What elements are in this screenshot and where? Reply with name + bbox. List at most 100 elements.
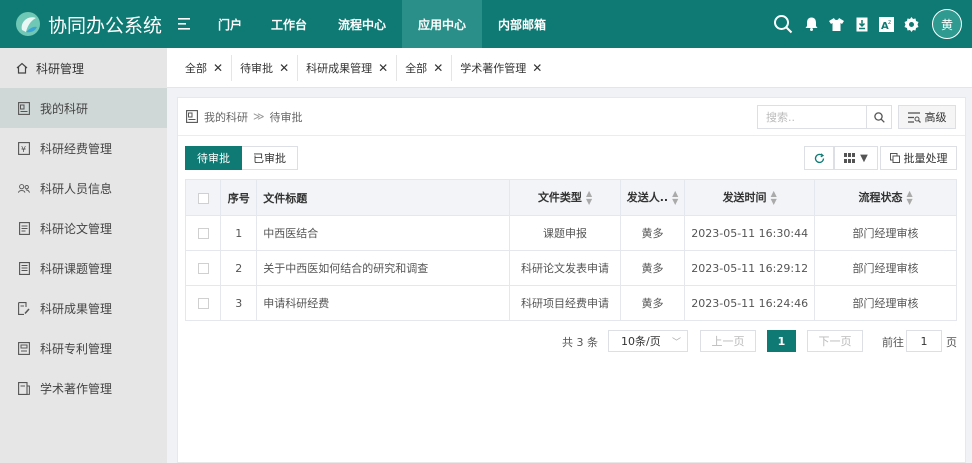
tab-label: 科研成果管理 — [306, 61, 373, 75]
next-page-button[interactable]: 下一页 — [807, 330, 863, 352]
sidebar-item-label: 我的科研 — [40, 101, 89, 116]
table-row[interactable]: 1 中西医结合 课题申报 黄多 2023-05-11 16:30:44 部门经理… — [184, 215, 957, 251]
gear-icon[interactable] — [899, 0, 924, 48]
tab-all-1[interactable]: 全部 ✕ — [177, 54, 233, 81]
table-row[interactable]: 3 申请科研经费 科研项目经费申请 黄多 2023-05-11 16:24:46… — [184, 285, 957, 321]
batch-label: 批量处理 — [903, 152, 948, 165]
search-input[interactable]: 搜索.. — [757, 105, 867, 129]
sidebar-header[interactable]: 科研管理 — [0, 48, 167, 88]
cell-sender: 黄多 — [619, 285, 686, 321]
refresh-button[interactable] — [804, 146, 834, 170]
cell-status: 部门经理审核 — [814, 250, 957, 286]
tab-monographs[interactable]: 学术著作管理 ✕ — [452, 55, 550, 81]
header-time[interactable]: 发送时间 ▲ ▼ — [684, 179, 816, 216]
sidebar-item-papers[interactable]: 科研论文管理 — [0, 208, 167, 248]
close-icon[interactable]: ✕ — [279, 61, 289, 75]
nav-portal[interactable]: 门户 — [204, 0, 256, 48]
tab-label: 待审批 — [240, 61, 274, 75]
cell-title[interactable]: 关于中西医如何结合的研究和调查 — [256, 250, 511, 286]
row-checkbox[interactable] — [197, 228, 209, 239]
grid-icon — [844, 153, 856, 163]
users-icon — [18, 181, 30, 195]
prev-page-button[interactable]: 上一页 — [700, 330, 756, 352]
row-select-cell — [184, 285, 222, 321]
nav-app-center[interactable]: 应用中心 — [402, 0, 482, 48]
select-all-checkbox[interactable] — [197, 192, 209, 204]
search-icon[interactable] — [767, 0, 799, 48]
nav-process-center[interactable]: 流程中心 — [322, 0, 402, 48]
shirt-icon[interactable] — [824, 0, 849, 48]
nav-internal-mail[interactable]: 内部邮箱 — [482, 0, 562, 48]
page-size-select[interactable]: 10条/页 ﹀ — [608, 330, 688, 352]
sidebar-item-achievements[interactable]: 科研成果管理 — [0, 288, 167, 328]
close-icon[interactable]: ✕ — [213, 61, 223, 75]
app-title: 协同办公系统 — [48, 14, 163, 37]
svg-text:¥: ¥ — [21, 145, 26, 154]
refresh-icon — [814, 152, 824, 163]
close-icon[interactable]: ✕ — [433, 61, 443, 75]
close-icon[interactable]: ✕ — [378, 61, 388, 75]
sort-icon[interactable]: ▲ ▼ — [906, 190, 912, 206]
header-time-label: 发送时间 — [722, 191, 767, 204]
cell-title[interactable]: 中西医结合 — [256, 215, 511, 251]
select-all-cell — [184, 179, 222, 216]
header-title: 文件标题 — [256, 179, 511, 216]
cell-status: 部门经理审核 — [814, 215, 957, 251]
filter-approved-button[interactable]: 已审批 — [242, 146, 298, 170]
nav-workbench[interactable]: 工作台 — [256, 0, 322, 48]
home-icon — [16, 61, 28, 75]
sidebar-item-label: 科研课题管理 — [40, 261, 113, 276]
cell-sender: 黄多 — [619, 250, 686, 286]
bell-icon[interactable] — [799, 0, 824, 48]
cell-status: 部门经理审核 — [814, 285, 957, 321]
cell-title[interactable]: 申请科研经费 — [256, 285, 511, 321]
row-checkbox[interactable] — [197, 298, 209, 309]
user-avatar[interactable]: 黄 — [932, 9, 962, 39]
sidebar-item-funding[interactable]: ¥ 科研经费管理 — [0, 128, 167, 168]
font-size-icon[interactable]: Az — [874, 0, 899, 48]
main-nav: 门户 工作台 流程中心 应用中心 内部邮箱 — [204, 0, 562, 48]
sidebar-item-patents[interactable]: 科研专利管理 — [0, 328, 167, 368]
header-tools: Az 黄 — [767, 0, 962, 48]
sidebar-item-projects[interactable]: 科研课题管理 — [0, 248, 167, 288]
caret-down-icon: ▼ — [860, 152, 868, 164]
sort-icon[interactable]: ▲ ▼ — [672, 190, 678, 206]
sidebar-item-label: 科研人员信息 — [40, 181, 113, 196]
sidebar-item-monographs[interactable]: 学术著作管理 — [0, 368, 167, 408]
sidebar-item-my-research[interactable]: 我的科研 — [0, 88, 167, 128]
header-type[interactable]: 文件类型 ▲ ▼ — [509, 179, 621, 216]
row-checkbox[interactable] — [197, 263, 209, 274]
hamburger-icon[interactable] — [170, 0, 200, 48]
goto-label: 前往 — [882, 336, 904, 349]
cell-no: 1 — [220, 215, 258, 251]
header-status[interactable]: 流程状态 ▲ ▼ — [814, 179, 957, 216]
advanced-label: 高级 — [924, 111, 947, 124]
table-row[interactable]: 2 关于中西医如何结合的研究和调查 科研论文发表申请 黄多 2023-05-11… — [184, 250, 957, 286]
column-toggle-button[interactable]: ▼ — [834, 146, 878, 170]
sidebar-item-personnel[interactable]: 科研人员信息 — [0, 168, 167, 208]
header-sender[interactable]: 发送人.. ▲ ▼ — [619, 179, 686, 216]
sort-icon[interactable]: ▲ ▼ — [586, 190, 592, 206]
tab-label: 全部 — [405, 61, 428, 75]
chevron-down-icon: ﹀ — [671, 338, 681, 348]
goto-page-input[interactable]: 1 — [906, 330, 942, 352]
approval-filter: 待审批 已审批 — [185, 146, 298, 170]
tab-pending[interactable]: 待审批 ✕ — [232, 54, 299, 81]
tab-all-2[interactable]: 全部 ✕ — [397, 54, 453, 81]
breadcrumb: 我的科研 ≫ 待审批 — [186, 109, 303, 125]
advanced-search-button[interactable]: 高级 — [898, 105, 956, 129]
breadcrumb-root[interactable]: 我的科研 — [204, 109, 248, 125]
cell-type: 科研论文发表申请 — [509, 250, 621, 286]
research-icon — [186, 110, 198, 124]
app-logo[interactable]: 协同办公系统 — [0, 0, 170, 48]
sort-icon[interactable]: ▲ ▼ — [771, 190, 777, 206]
filter-pending-button[interactable]: 待审批 — [185, 146, 242, 170]
download-icon[interactable] — [849, 0, 874, 48]
search-button[interactable] — [866, 105, 892, 129]
tab-achievements[interactable]: 科研成果管理 ✕ — [298, 54, 398, 81]
cell-type: 课题申报 — [509, 215, 621, 251]
close-icon[interactable]: ✕ — [532, 61, 542, 75]
page-number-current[interactable]: 1 — [767, 330, 796, 352]
logo-icon — [14, 10, 42, 38]
batch-process-button[interactable]: 批量处理 — [880, 146, 957, 170]
